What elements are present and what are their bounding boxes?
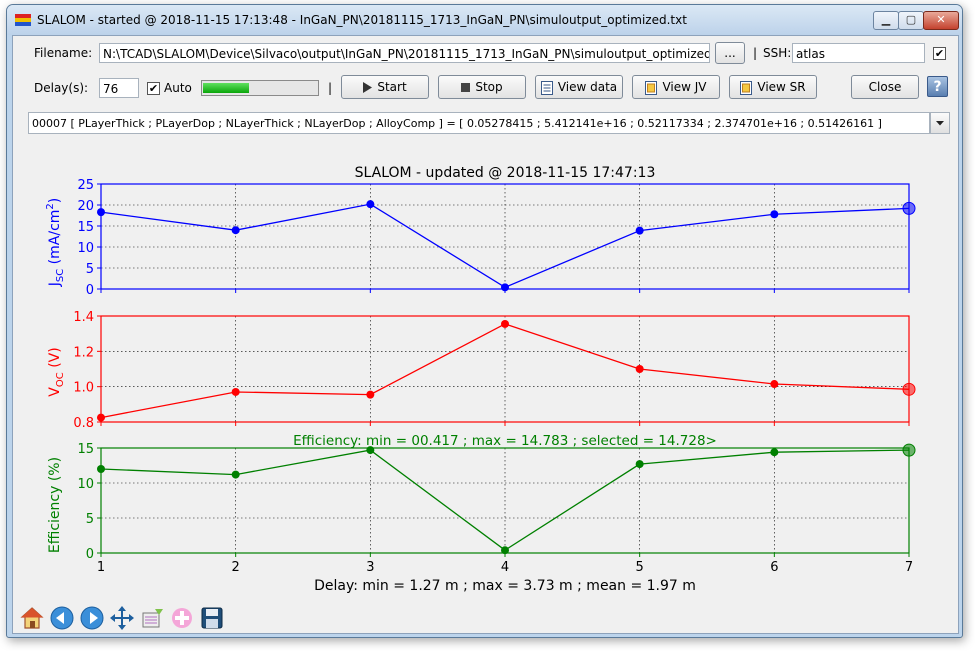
- jsc-y-tick-label: 25: [77, 178, 94, 193]
- eff-data-point[interactable]: [501, 546, 509, 555]
- eff-y-tick-label: 10: [77, 477, 94, 492]
- eff-data-point[interactable]: [366, 446, 375, 455]
- voc-y-tick-label: 0.8: [73, 416, 94, 431]
- jsc-data-point[interactable]: [770, 210, 779, 219]
- x-tick-label: 7: [905, 560, 913, 575]
- jsc-data-point[interactable]: [231, 226, 240, 235]
- voc-y-tick-label: 1.4: [73, 310, 94, 325]
- voc-data-point[interactable]: [501, 319, 509, 328]
- jsc-y-tick-label: 15: [77, 220, 94, 235]
- eff-data-point[interactable]: [635, 460, 644, 469]
- x-tick-label: 3: [366, 560, 374, 575]
- x-tick-label: 5: [636, 560, 644, 575]
- voc-data-point[interactable]: [97, 413, 105, 422]
- jsc-data-point[interactable]: [635, 226, 644, 235]
- voc-axis-label: VOC (V): [47, 347, 66, 396]
- save-icon[interactable]: [199, 605, 225, 631]
- eff-y-tick-label: 0: [86, 547, 94, 562]
- voc-data-point[interactable]: [770, 380, 779, 389]
- main-window: SLALOM - started @ 2018-11-15 17:13:48 -…: [6, 4, 963, 638]
- jsc-y-tick-label: 5: [86, 262, 94, 277]
- subplots-icon[interactable]: [169, 605, 195, 631]
- jsc-data-point[interactable]: [501, 283, 509, 292]
- x-tick-label: 6: [770, 560, 778, 575]
- pan-icon[interactable]: [109, 605, 135, 631]
- home-icon[interactable]: [19, 605, 45, 631]
- eff-data-point[interactable]: [97, 465, 105, 473]
- voc-y-tick-label: 1.0: [73, 381, 94, 396]
- plot-canvas[interactable]: SLALOM - updated @ 2018-11-15 17:47:13 E…: [7, 5, 962, 637]
- x-tick-label: 1: [97, 560, 105, 575]
- plots-group: 0 5 10 15 20 25 0.8 1.0 1.2 1.4 0 5 10 15 1 2 3 4 5 6 7: [73, 178, 916, 575]
- eff-y-tick-label: 15: [77, 442, 94, 457]
- x-tick-label: 4: [501, 560, 509, 575]
- eff-data-point[interactable]: [770, 448, 779, 457]
- efficiency-axis-label: Efficiency (%): [47, 457, 63, 553]
- voc-series-line: [100, 323, 910, 419]
- voc-data-point[interactable]: [635, 365, 644, 373]
- jsc-axis-label: JSC (mA/cm2): [45, 198, 66, 288]
- zoom-icon[interactable]: [139, 605, 165, 631]
- jsc-data-point[interactable]: [97, 208, 105, 217]
- back-icon[interactable]: [49, 605, 75, 631]
- efficiency-summary: Efficiency: min = 00.417 ; max = 14.783 …: [293, 433, 717, 449]
- voc-data-point[interactable]: [366, 390, 375, 399]
- jsc-y-tick-label: 0: [86, 283, 94, 298]
- voc-y-tick-label: 1.2: [73, 345, 94, 360]
- eff-selected-point[interactable]: [902, 443, 916, 457]
- x-tick-label: 2: [232, 560, 240, 575]
- jsc-y-tick-label: 10: [77, 241, 94, 256]
- chart-title: SLALOM - updated @ 2018-11-15 17:47:13: [355, 165, 656, 181]
- eff-data-point[interactable]: [231, 470, 240, 479]
- jsc-selected-point[interactable]: [902, 201, 916, 215]
- jsc-data-point[interactable]: [366, 200, 375, 209]
- forward-icon[interactable]: [79, 605, 105, 631]
- jsc-y-tick-label: 20: [77, 199, 94, 214]
- eff-y-tick-label: 5: [86, 512, 94, 527]
- x-axis-label: Delay: min = 1.27 m ; max = 3.73 m ; mea…: [314, 578, 696, 594]
- voc-data-point[interactable]: [231, 387, 240, 396]
- voc-selected-point[interactable]: [902, 382, 916, 396]
